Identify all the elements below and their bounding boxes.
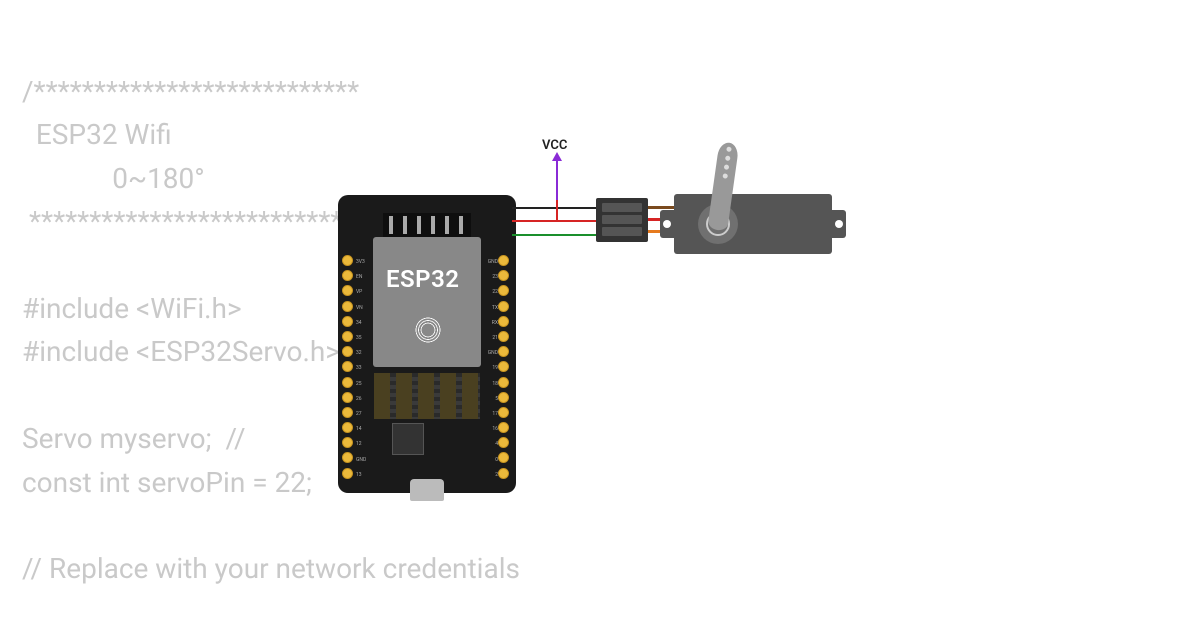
pin-label: 22 xyxy=(488,285,498,300)
gpio-pin xyxy=(342,270,353,281)
pin-label: 16 xyxy=(488,422,498,437)
pin-label: RX xyxy=(488,316,498,331)
gpio-pin xyxy=(498,331,509,342)
horn-hole-icon xyxy=(726,146,732,152)
pin-label: 26 xyxy=(356,392,366,407)
code-line: 0~180° xyxy=(22,162,205,195)
gpio-pin xyxy=(498,346,509,357)
servo-mount-tab xyxy=(660,210,674,238)
gpio-pin xyxy=(342,346,353,357)
pin-label: 18 xyxy=(488,377,498,392)
gpio-pin xyxy=(342,452,353,463)
pin-label: 23 xyxy=(488,270,498,285)
usb-chip-icon xyxy=(392,423,424,455)
pin-label: 14 xyxy=(356,422,366,437)
pin-label: 4 xyxy=(488,437,498,452)
horn-hole-icon xyxy=(723,164,729,170)
gpio-pins-right xyxy=(498,255,512,483)
mount-hole-icon xyxy=(835,220,843,228)
pin-labels-right: GND2322TXRX21GND191851716402 xyxy=(488,255,498,483)
wire-vcc xyxy=(512,220,562,222)
gpio-pin xyxy=(342,392,353,403)
gpio-pin xyxy=(342,331,353,342)
pin-label: 2 xyxy=(488,468,498,483)
gpio-pin xyxy=(498,285,509,296)
wire-signal xyxy=(512,234,602,236)
gpio-pins-left xyxy=(342,255,356,483)
vcc-label: VCC xyxy=(542,138,567,153)
pin-label: 0 xyxy=(488,453,498,468)
gpio-pin xyxy=(342,377,353,388)
code-line: #include <WiFi.h> xyxy=(22,292,242,325)
horn-hole-icon xyxy=(722,173,728,179)
usb-port-icon xyxy=(410,479,444,501)
pin-label: EN xyxy=(356,270,366,285)
pin-label: GND xyxy=(488,346,498,361)
pin-label: 5 xyxy=(488,392,498,407)
esp32-chip xyxy=(373,237,481,367)
pin-label: 13 xyxy=(356,468,366,483)
horn-hole-icon xyxy=(724,155,730,161)
gpio-pin xyxy=(342,361,353,372)
gpio-pin xyxy=(342,285,353,296)
pin-labels-left: 3V3ENVPVN343532332526271412GND13 xyxy=(356,255,366,483)
espressif-logo-icon xyxy=(413,315,443,345)
pin-label: GND xyxy=(488,255,498,270)
pin-label: 27 xyxy=(356,407,366,422)
code-line: Servo myservo; // xyxy=(22,422,246,455)
code-line: /*************************** xyxy=(22,75,359,108)
pin-label: 35 xyxy=(356,331,366,346)
gpio-pin xyxy=(498,361,509,372)
gpio-pin xyxy=(342,407,353,418)
pin-label: VP xyxy=(356,285,366,300)
gpio-pin xyxy=(498,301,509,312)
gpio-pin xyxy=(498,316,509,327)
connector-pin xyxy=(602,227,642,236)
code-line: // Replace with your network credentials xyxy=(22,552,520,585)
gpio-pin xyxy=(498,255,509,266)
gpio-pin xyxy=(342,316,353,327)
pin-label: 12 xyxy=(356,437,366,452)
mount-hole-icon xyxy=(663,220,671,228)
pin-label: 33 xyxy=(356,361,366,376)
pin-label: VN xyxy=(356,301,366,316)
gpio-pin xyxy=(342,255,353,266)
gpio-pin xyxy=(342,437,353,448)
gpio-pin xyxy=(498,468,509,479)
servo-wire-gnd xyxy=(644,206,676,209)
vcc-arrow-icon xyxy=(556,154,558,202)
connector-pin xyxy=(602,203,642,212)
code-line: ***************************/ xyxy=(22,205,366,238)
board-label: ESP32 xyxy=(386,265,460,293)
pin-label: 19 xyxy=(488,361,498,376)
pin-label: TX xyxy=(488,301,498,316)
gpio-pin xyxy=(498,270,509,281)
pin-label: 34 xyxy=(356,316,366,331)
code-line: ESP32 Wifi xyxy=(22,118,172,151)
wire-vcc-branch xyxy=(556,200,558,220)
connector-pin xyxy=(602,215,642,224)
gpio-pin xyxy=(498,422,509,433)
code-line: #include <ESP32Servo.h> xyxy=(22,335,340,368)
gpio-pin xyxy=(498,392,509,403)
wiring-diagram: VCC ESP32 3V3ENVPVN343532332526271412GND… xyxy=(338,140,938,540)
gpio-pin xyxy=(498,407,509,418)
pin-label: 3V3 xyxy=(356,255,366,270)
gpio-pin xyxy=(342,468,353,479)
gpio-pin xyxy=(342,301,353,312)
gpio-pin xyxy=(498,452,509,463)
pin-label: 32 xyxy=(356,346,366,361)
servo-mount-tab xyxy=(832,210,846,238)
gpio-pin xyxy=(342,422,353,433)
servo-connector xyxy=(596,198,648,242)
code-line: const int servoPin = 22; xyxy=(22,466,312,499)
smd-components-icon xyxy=(374,373,480,419)
esp32-board: ESP32 3V3ENVPVN343532332526271412GND13 G… xyxy=(338,195,516,493)
pin-label: 21 xyxy=(488,331,498,346)
pin-label: 17 xyxy=(488,407,498,422)
pin-label: 25 xyxy=(356,377,366,392)
gpio-pin xyxy=(498,437,509,448)
gpio-pin xyxy=(498,377,509,388)
pin-label: GND xyxy=(356,453,366,468)
